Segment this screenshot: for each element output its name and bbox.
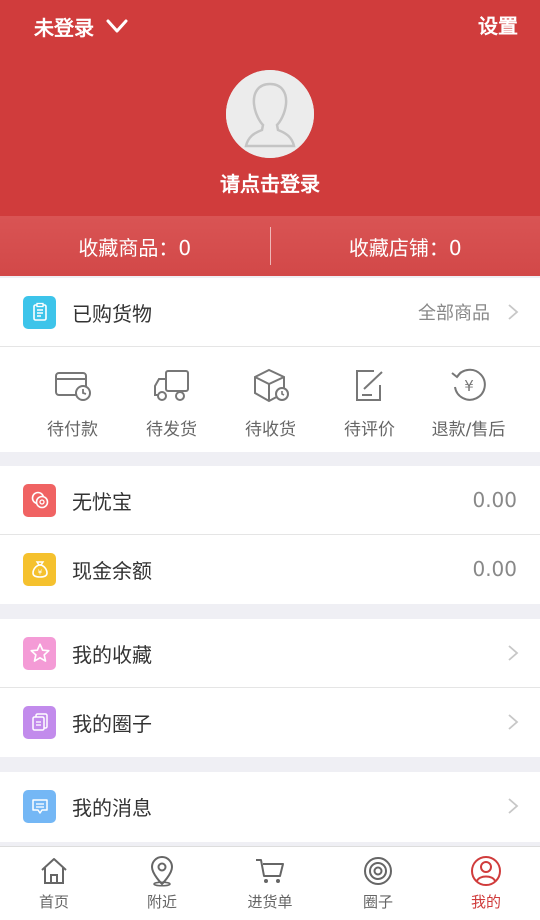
my-circle-label: 我的圈子 <box>72 711 152 736</box>
box-icon <box>253 368 289 403</box>
svg-text:¥: ¥ <box>37 569 42 577</box>
settings-button[interactable]: 设置 <box>478 12 518 40</box>
edit-note-icon <box>355 370 383 401</box>
my-collection-label: 我的收藏 <box>72 642 152 667</box>
target-icon <box>364 857 392 885</box>
coins-icon <box>23 483 56 517</box>
chevron-right-icon <box>508 798 519 814</box>
truck-icon <box>153 370 189 401</box>
order-label: 待收货 <box>245 420 296 440</box>
home-icon <box>41 858 67 884</box>
cash-balance-value: 0.00 <box>472 557 517 581</box>
login-status-label: 未登录 <box>34 15 94 40</box>
order-pending-shipment[interactable]: 待发货 <box>122 347 221 451</box>
order-refund-aftersale[interactable]: ¥ 退款/售后 <box>419 347 518 451</box>
wuyoubao-row[interactable]: 无忧宝 0.00 <box>0 466 540 534</box>
all-goods-link[interactable]: 全部商品 <box>418 299 490 325</box>
order-pending-payment[interactable]: 待付款 <box>23 347 122 451</box>
tab-label: 进货单 <box>247 893 293 911</box>
tab-circle[interactable]: 圈子 <box>324 847 432 920</box>
bottom-tab-bar: 首页 附近 进货单 圈子 我的 <box>0 846 540 920</box>
order-status-bar: 待付款 待发货 待收货 待评价 ¥ 退款/售后 <box>0 347 540 451</box>
favorite-goods-count[interactable]: 收藏商品：0 <box>0 232 270 261</box>
my-messages-label: 我的消息 <box>72 795 152 820</box>
login-prompt[interactable]: 请点击登录 <box>0 168 540 197</box>
chevron-down-icon <box>106 19 128 33</box>
user-icon <box>471 856 501 886</box>
documents-icon <box>23 705 56 739</box>
order-label: 待付款 <box>47 420 98 440</box>
my-messages-row[interactable]: 我的消息 <box>0 772 540 840</box>
order-pending-receipt[interactable]: 待收货 <box>221 347 320 451</box>
chevron-right-icon <box>508 645 519 661</box>
cart-icon <box>256 859 284 883</box>
favorites-bar: 收藏商品：0 收藏店铺：0 <box>0 216 540 276</box>
default-avatar-icon <box>226 70 314 158</box>
wallet-clock-icon <box>54 372 91 401</box>
order-pending-review[interactable]: 待评价 <box>320 347 419 451</box>
tab-label: 首页 <box>38 893 69 911</box>
favorite-shops-count[interactable]: 收藏店铺：0 <box>271 232 540 261</box>
tab-mine[interactable]: 我的 <box>432 847 540 920</box>
login-status-dropdown[interactable]: 未登录 <box>34 12 128 40</box>
order-label: 待发货 <box>146 420 197 440</box>
svg-text:¥: ¥ <box>464 377 474 395</box>
tab-label: 我的 <box>470 893 501 911</box>
avatar[interactable] <box>226 70 314 158</box>
cash-balance-row[interactable]: ¥ 现金余额 0.00 <box>0 535 540 603</box>
wuyoubao-value: 0.00 <box>472 488 517 512</box>
tab-purchase-list[interactable]: 进货单 <box>216 847 324 920</box>
purchased-goods-row[interactable]: 已购货物 全部商品 <box>0 278 540 346</box>
tab-label: 圈子 <box>362 893 393 911</box>
order-label: 待评价 <box>344 420 395 440</box>
money-bag-icon: ¥ <box>23 552 56 586</box>
tab-home[interactable]: 首页 <box>0 847 108 920</box>
star-icon <box>23 636 56 670</box>
order-label: 退款/售后 <box>431 420 506 440</box>
tab-label: 附近 <box>146 893 177 911</box>
cash-balance-label: 现金余额 <box>72 558 152 583</box>
chevron-right-icon <box>508 304 519 320</box>
purchased-goods-label: 已购货物 <box>72 301 152 326</box>
refund-yen-icon: ¥ <box>450 368 486 401</box>
message-icon <box>23 789 56 823</box>
my-collection-row[interactable]: 我的收藏 <box>0 619 540 687</box>
location-pin-icon <box>150 856 174 887</box>
profile-header: 未登录 设置 请点击登录 <box>0 0 540 216</box>
tab-nearby[interactable]: 附近 <box>108 847 216 920</box>
wuyoubao-label: 无忧宝 <box>72 489 132 514</box>
chevron-right-icon <box>508 714 519 730</box>
clipboard-icon <box>23 295 56 329</box>
my-circle-row[interactable]: 我的圈子 <box>0 688 540 756</box>
